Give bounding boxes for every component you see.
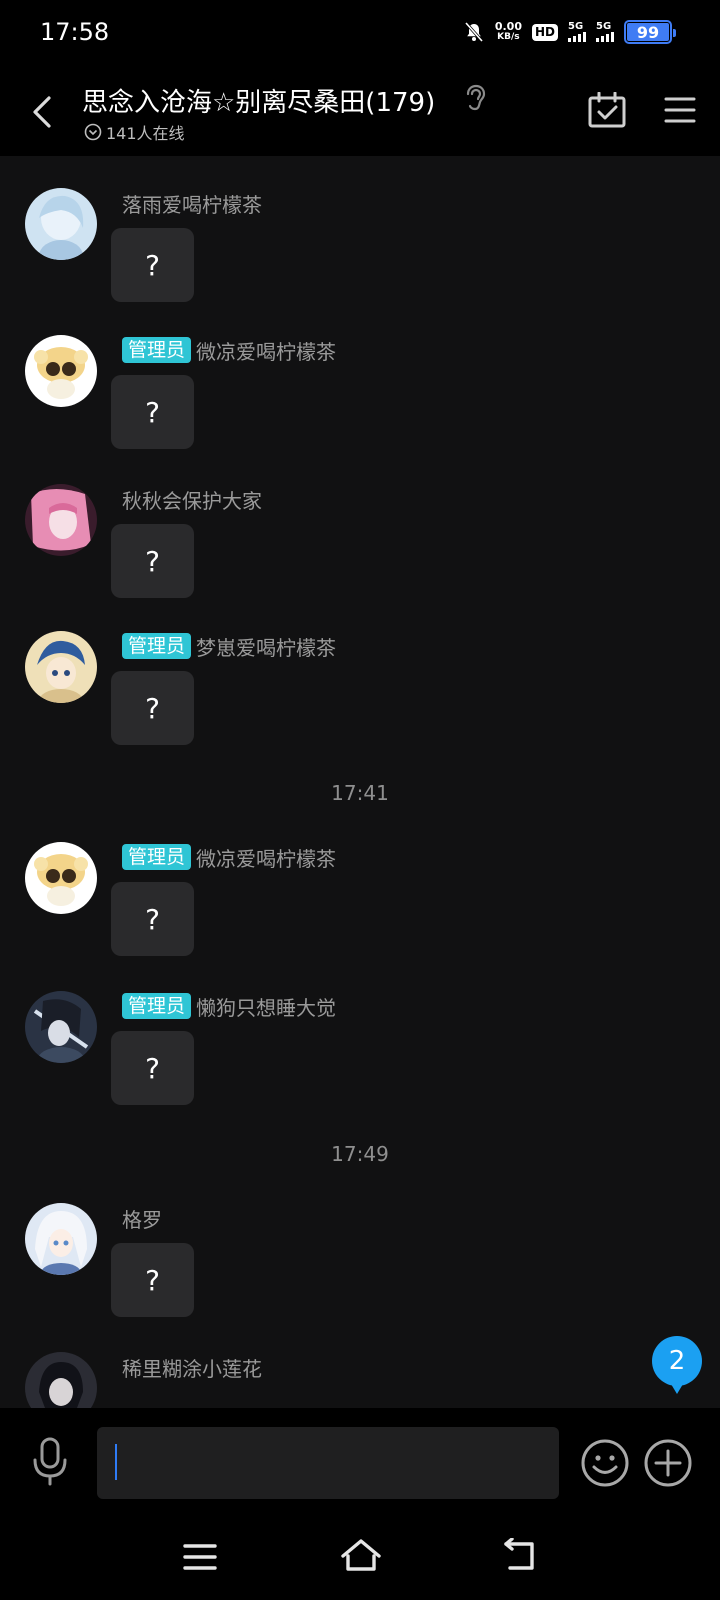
status-time: 17:58 <box>40 18 110 46</box>
chevron-left-icon <box>33 96 51 128</box>
message-item: 格罗 ? <box>0 1203 720 1333</box>
net-speed-value: 0.00 <box>494 20 522 33</box>
sender-name: 梦崽爱喝柠檬茶 <box>196 635 337 660</box>
bell-mute-icon <box>464 22 483 42</box>
calendar-check-icon[interactable] <box>588 92 626 128</box>
message-item: 落雨爱喝柠檬茶 ? <box>0 188 720 318</box>
hamburger-icon[interactable] <box>664 96 696 124</box>
signal-sim1: 5G <box>568 22 586 42</box>
online-count: 141人在线 <box>106 124 185 143</box>
sender-name: 落雨爱喝柠檬茶 <box>122 192 262 217</box>
smiley-icon[interactable] <box>580 1438 630 1488</box>
time-separator: 17:49 <box>331 1142 389 1166</box>
sender-name: 懒狗只想睡大觉 <box>196 995 337 1020</box>
sender-name: 格罗 <box>122 1207 162 1232</box>
input-bar <box>0 1408 720 1514</box>
sender-name: 秋秋会保护大家 <box>122 488 262 513</box>
sender-line: 管理员 微凉爱喝柠檬茶 <box>122 844 337 871</box>
message-bubble[interactable]: ? <box>111 228 194 302</box>
status-icons: 0.00 KB/s HD 5G 5G 99 <box>463 20 676 44</box>
message-bubble[interactable]: ? <box>111 375 194 449</box>
message-item: 管理员 微凉爱喝柠檬茶 ? <box>0 842 720 972</box>
microphone-icon[interactable] <box>30 1436 70 1486</box>
chevron-circle-icon <box>84 123 102 141</box>
sender-name: 微凉爱喝柠檬茶 <box>196 339 337 364</box>
message-item: 秋秋会保护大家 ? <box>0 484 720 614</box>
avatar[interactable] <box>25 484 97 556</box>
message-bubble[interactable]: ? <box>111 671 194 745</box>
unread-count-badge[interactable]: 2 <box>652 1336 702 1394</box>
admin-badge: 管理员 <box>122 337 192 363</box>
sender-line: 管理员 微凉爱喝柠檬茶 <box>122 337 337 364</box>
battery-level: 99 <box>636 22 660 42</box>
avatar[interactable] <box>25 631 97 703</box>
sender-line: 管理员 梦崽爱喝柠檬茶 <box>122 633 337 660</box>
message-input[interactable] <box>97 1427 559 1499</box>
signal-bars-icon <box>596 32 614 42</box>
battery-icon: 99 <box>624 20 676 44</box>
message-bubble[interactable]: ? <box>111 1031 194 1105</box>
back-nav-icon[interactable] <box>502 1538 538 1574</box>
net-speed: 0.00 KB/s <box>495 21 522 43</box>
chat-header: 思念入沧海☆别离尽桑田(179) 141人在线 <box>0 68 720 156</box>
sender-name: 稀里糊涂小莲花 <box>122 1356 262 1381</box>
sim1-label: 5G <box>568 21 584 32</box>
net-speed-unit: KB/s <box>497 32 520 42</box>
avatar[interactable] <box>25 991 97 1063</box>
message-item: 管理员 微凉爱喝柠檬茶 ? <box>0 335 720 465</box>
status-bar: 17:58 0.00 KB/s HD 5G 5G 99 <box>0 0 720 68</box>
hd-badge: HD <box>531 23 558 41</box>
signal-bars-icon <box>568 32 586 42</box>
plus-circle-icon[interactable] <box>643 1438 693 1488</box>
avatar[interactable] <box>25 1352 97 1408</box>
ear-icon[interactable] <box>462 83 488 113</box>
text-caret <box>115 1444 117 1480</box>
sender-name: 微凉爱喝柠檬茶 <box>196 846 337 871</box>
back-button[interactable] <box>22 88 62 136</box>
sender-line: 稀里糊涂小莲花 <box>122 1354 262 1381</box>
message-item: 稀里糊涂小莲花 <box>0 1352 720 1408</box>
message-bubble[interactable]: ? <box>111 524 194 598</box>
sender-line: 秋秋会保护大家 <box>122 486 262 513</box>
admin-badge: 管理员 <box>122 633 192 659</box>
avatar[interactable] <box>25 188 97 260</box>
home-icon[interactable] <box>339 1536 383 1576</box>
sender-line: 格罗 <box>122 1205 162 1232</box>
avatar[interactable] <box>25 1203 97 1275</box>
sim2-label: 5G <box>596 21 612 32</box>
group-title[interactable]: 思念入沧海☆别离尽桑田(179) <box>82 82 435 119</box>
admin-badge: 管理员 <box>122 844 192 870</box>
sender-line: 管理员 懒狗只想睡大觉 <box>122 993 337 1020</box>
time-separator: 17:41 <box>331 781 389 805</box>
message-item: 管理员 懒狗只想睡大觉 ? <box>0 991 720 1121</box>
message-bubble[interactable]: ? <box>111 882 194 956</box>
admin-badge: 管理员 <box>122 993 192 1019</box>
online-status[interactable]: 141人在线 <box>84 120 185 144</box>
system-nav-bar <box>0 1514 720 1600</box>
recent-apps-icon[interactable] <box>182 1542 218 1572</box>
message-item: 管理员 梦崽爱喝柠檬茶 ? <box>0 631 720 761</box>
avatar[interactable] <box>25 842 97 914</box>
sender-line: 落雨爱喝柠檬茶 <box>122 190 262 217</box>
message-bubble[interactable]: ? <box>111 1243 194 1317</box>
avatar[interactable] <box>25 335 97 407</box>
signal-sim2: 5G <box>596 22 614 42</box>
chat-messages[interactable]: 落雨爱喝柠檬茶 ? 管理员 微凉爱喝柠檬茶 ? 秋秋会保护大家 ? 管理员 梦崽… <box>0 156 720 1408</box>
